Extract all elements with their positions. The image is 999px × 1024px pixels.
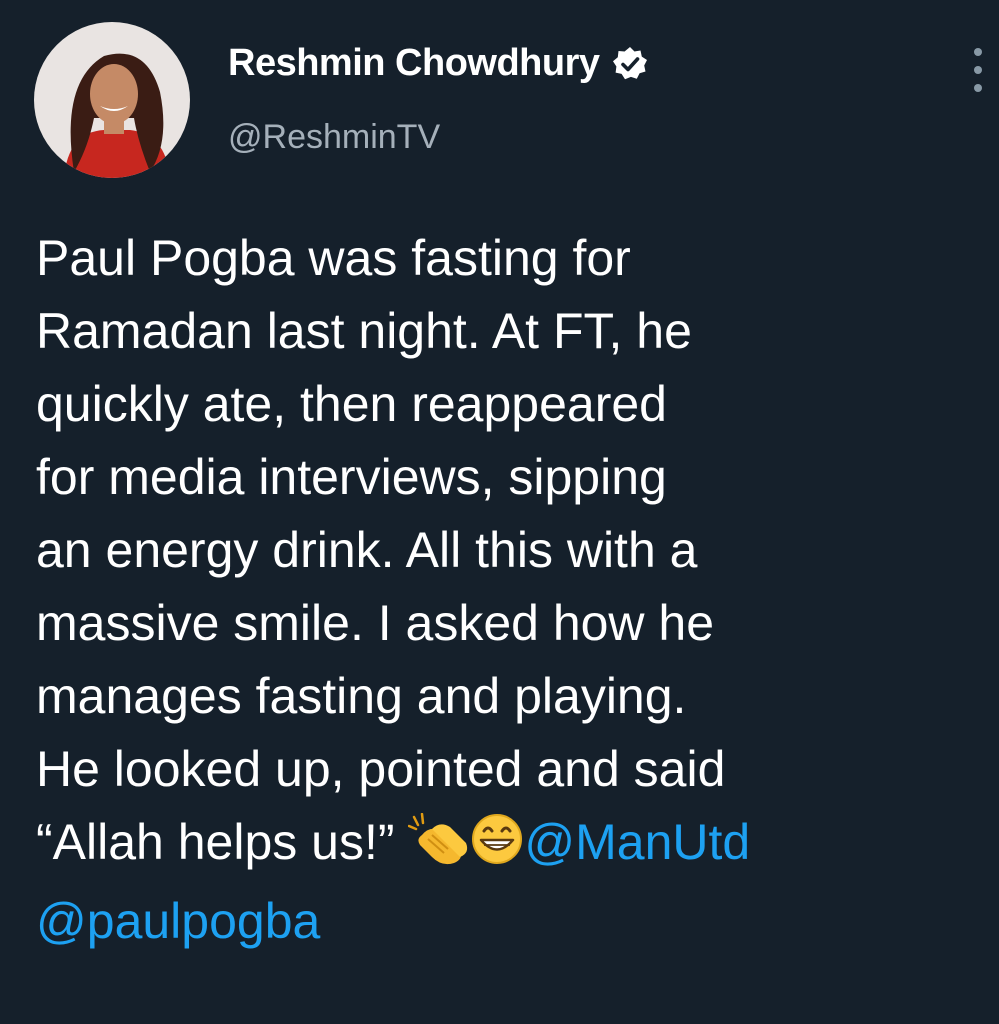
display-name-text: Reshmin Chowdhury [228, 42, 600, 84]
clapping-hands-emoji [408, 812, 470, 885]
tweet-body: Paul Pogba was fasting for Ramadan last … [36, 230, 726, 870]
avatar[interactable] [34, 22, 190, 178]
more-options-icon[interactable] [968, 48, 988, 92]
user-handle[interactable]: @ReshminTV [228, 118, 440, 157]
verified-badge-icon [612, 46, 648, 82]
profile-photo [34, 22, 190, 178]
mention-paulpogba[interactable]: @paulpogba [36, 893, 320, 949]
mention-manutd[interactable]: @ManUtd [524, 814, 750, 870]
grinning-face-emoji [470, 812, 524, 885]
tweet-text: Paul Pogba was fasting for Ramadan last … [36, 222, 976, 958]
display-name[interactable]: Reshmin Chowdhury [228, 42, 648, 85]
